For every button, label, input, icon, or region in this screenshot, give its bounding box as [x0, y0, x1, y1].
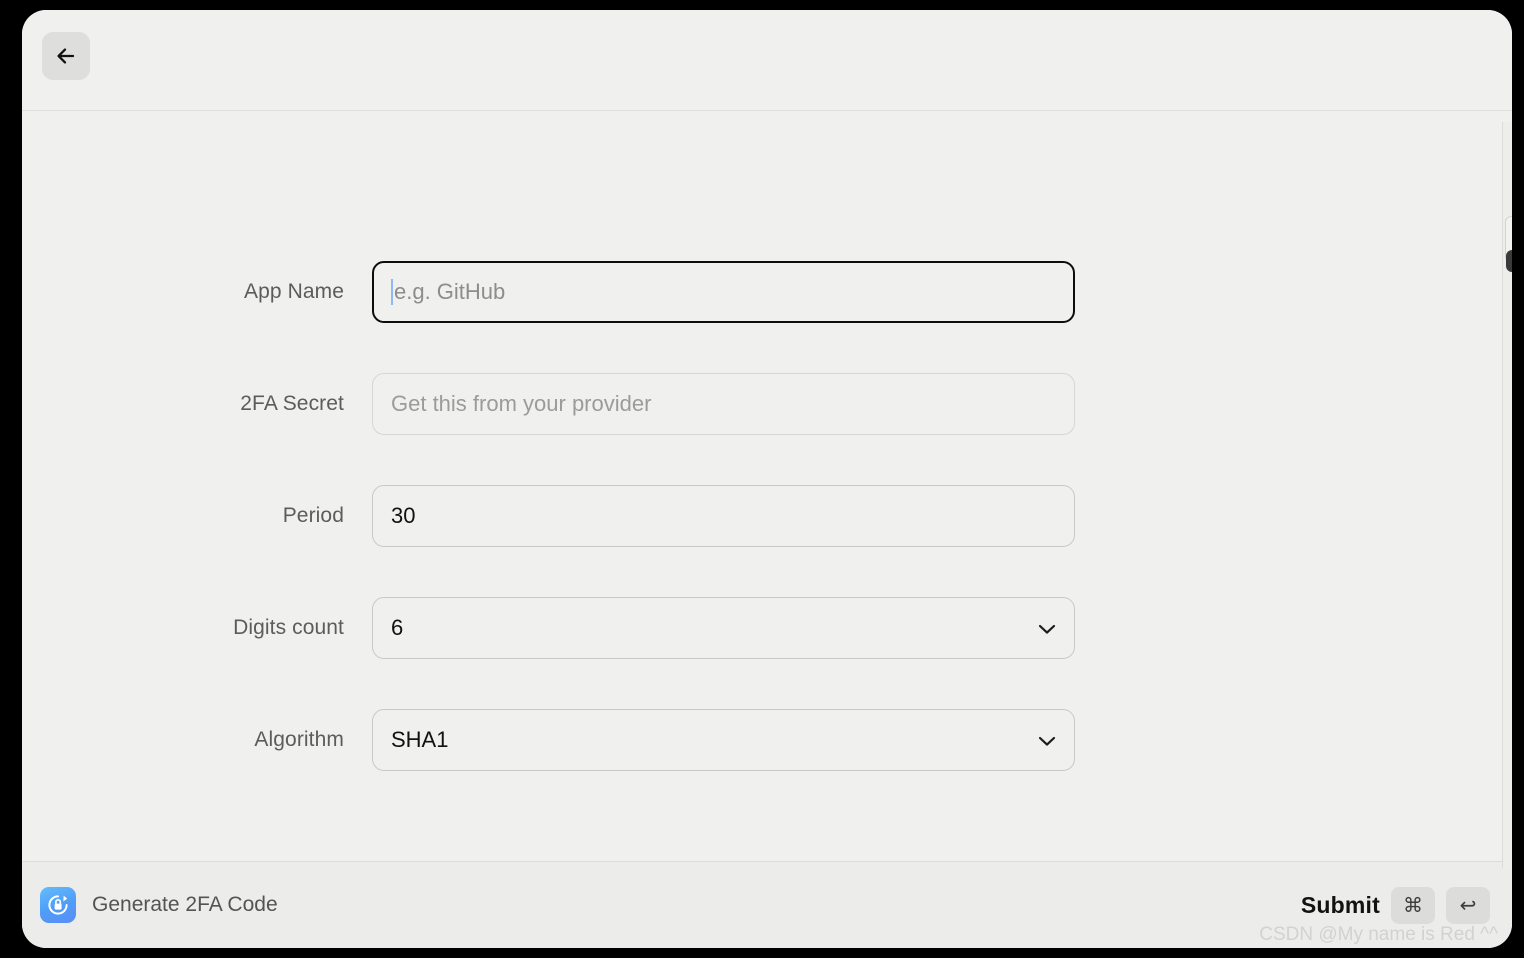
2fa-secret-placeholder: Get this from your provider	[391, 391, 652, 416]
command-key[interactable]: ⌘	[1391, 886, 1435, 924]
2fa-secret-input[interactable]: Get this from your provider	[372, 373, 1075, 435]
window-footer: Generate 2FA Code Submit ⌘ ↩ CSDN @My na…	[22, 861, 1512, 948]
period-value: 30	[391, 503, 416, 528]
form-row-app-name: App Name e.g. GitHub	[22, 261, 1512, 323]
submit-group: Submit ⌘ ↩	[1301, 886, 1490, 924]
submit-button[interactable]: Submit	[1301, 892, 1380, 919]
algorithm-select[interactable]: SHA1	[372, 709, 1075, 771]
chevron-down-icon	[1038, 727, 1056, 753]
app-name-input[interactable]: e.g. GitHub	[372, 261, 1075, 323]
app-name-placeholder: e.g. GitHub	[394, 279, 506, 304]
right-edge-handle	[1506, 250, 1512, 272]
form-row-algorithm: Algorithm SHA1	[22, 709, 1512, 771]
window-header	[22, 10, 1512, 111]
label-period: Period	[282, 504, 344, 527]
form-row-2fa-secret: 2FA Secret Get this from your provider	[22, 373, 1512, 435]
lock-refresh-icon	[40, 887, 76, 923]
form-row-period: Period 30	[22, 485, 1512, 547]
text-caret	[391, 279, 393, 305]
digits-count-select[interactable]: 6	[372, 597, 1075, 659]
label-algorithm: Algorithm	[254, 728, 344, 751]
chevron-down-icon	[1038, 615, 1056, 641]
form-area: App Name e.g. GitHub 2FA Secret Get this…	[22, 111, 1512, 861]
label-app-name: App Name	[243, 280, 344, 303]
label-2fa-secret: 2FA Secret	[240, 392, 344, 415]
label-digits-count: Digits count	[233, 616, 344, 639]
app-window: App Name e.g. GitHub 2FA Secret Get this…	[22, 10, 1512, 948]
return-key[interactable]: ↩	[1446, 886, 1490, 924]
algorithm-value: SHA1	[391, 727, 449, 752]
app-identity: Generate 2FA Code	[40, 887, 278, 923]
back-button[interactable]	[42, 32, 90, 80]
digits-count-value: 6	[391, 615, 404, 640]
period-input[interactable]: 30	[372, 485, 1075, 547]
form-row-digits-count: Digits count 6	[22, 597, 1512, 659]
arrow-left-icon	[53, 43, 79, 69]
app-title: Generate 2FA Code	[92, 893, 278, 916]
watermark: CSDN @My name is Red ^^	[1259, 924, 1498, 945]
